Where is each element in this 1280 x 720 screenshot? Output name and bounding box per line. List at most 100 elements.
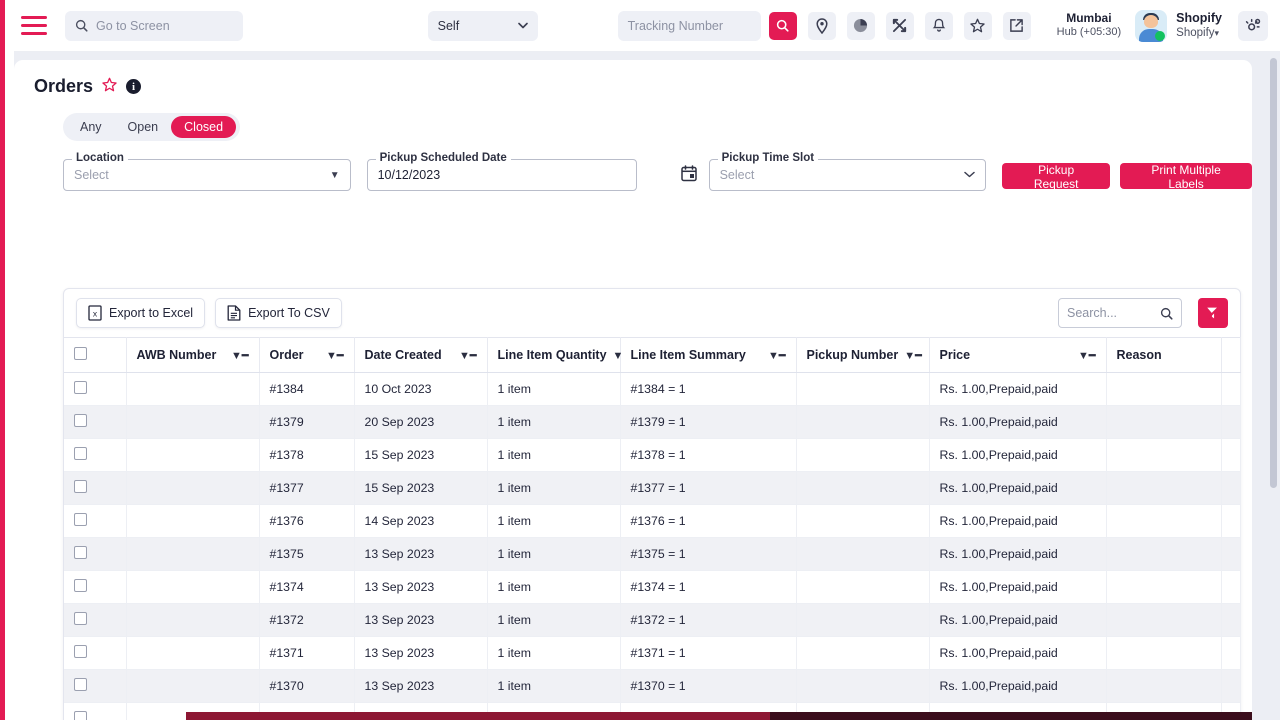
cell-summary: #1375 = 1 [620, 537, 797, 571]
cell-pickup [796, 603, 930, 637]
filter-icon-awb[interactable]: ▼━ [231, 349, 249, 362]
tracking-number-input[interactable]: Tracking Number [617, 10, 761, 41]
vertical-scrollbar-thumb[interactable] [1270, 58, 1277, 488]
filter-icon-pickup-number[interactable]: ▼━ [904, 349, 922, 362]
cell-date: 13 Sep 2023 [354, 669, 488, 703]
pickup-request-button[interactable]: Pickup Request [1002, 163, 1111, 191]
row-checkbox[interactable] [74, 546, 87, 559]
cell-date: 15 Sep 2023 [354, 471, 488, 505]
column-label-awb: AWB Number [136, 348, 217, 362]
column-header-awb[interactable]: AWB Number ▼━ [126, 337, 260, 373]
row-checkbox[interactable] [74, 579, 87, 592]
search-input[interactable]: Search... [1058, 298, 1182, 328]
clear-filters-button[interactable] [1198, 298, 1228, 328]
filter-icon-price[interactable]: ▼━ [1078, 349, 1096, 362]
table-row[interactable]: #1378 15 Sep 2023 1 item #1378 = 1 Rs. 1.00,… [64, 438, 1241, 472]
cell-pickup [796, 669, 930, 703]
tab-open[interactable]: Open [115, 116, 172, 138]
cell-order: #1375 [259, 537, 355, 571]
column-header-order[interactable]: Order ▼━ [259, 337, 355, 373]
table-row[interactable]: #1379 20 Sep 2023 1 item #1379 = 1 Rs. 1.00,… [64, 405, 1241, 439]
cell-qty: 1 item [487, 603, 621, 637]
cell-date: 20 Sep 2023 [354, 405, 488, 439]
row-checkbox[interactable] [74, 480, 87, 493]
column-header-line-item-quantity[interactable]: Line Item Quantity ▼━ [487, 337, 630, 373]
table-row[interactable]: #1370 13 Sep 2023 1 item #1370 = 1 Rs. 1.00,… [64, 669, 1241, 703]
column-header-pickup-number[interactable]: Pickup Number ▼━ [796, 337, 930, 373]
favorites-button[interactable] [963, 11, 992, 40]
column-header-date-created[interactable]: Date Created ▼━ [354, 337, 488, 373]
cell-pickup [796, 405, 930, 439]
row-checkbox[interactable] [74, 645, 87, 658]
hub-timezone: Hub (+05:30) [1056, 26, 1122, 39]
user-name: Shopify [1176, 10, 1222, 25]
orders-table: AWB Number ▼━ Order ▼━ Date Created ▼━ L… [64, 337, 1241, 720]
table-row[interactable]: #1371 13 Sep 2023 1 item #1371 = 1 Rs. 1.00,… [64, 636, 1241, 670]
cell-summary: #1372 = 1 [620, 603, 797, 637]
column-header-line-item-summary[interactable]: Line Item Summary ▼━ [620, 337, 797, 373]
open-external-button[interactable] [1002, 11, 1031, 40]
column-header-price[interactable]: Price ▼━ [929, 337, 1107, 373]
pickup-date-input[interactable]: Pickup Scheduled Date 10/12/2023 [366, 152, 637, 191]
tab-closed[interactable]: Closed [171, 116, 237, 138]
cell-date: 14 Sep 2023 [354, 504, 488, 538]
hub-location[interactable]: Mumbai Hub (+05:30) [1057, 11, 1122, 40]
export-to-excel-button[interactable]: x Export to Excel [76, 298, 206, 328]
row-checkbox[interactable] [74, 612, 87, 625]
search-icon [776, 19, 789, 32]
cell-awb [126, 669, 260, 703]
row-checkbox[interactable] [74, 381, 87, 394]
tab-any[interactable]: Any [67, 116, 115, 138]
table-row[interactable]: #1372 13 Sep 2023 1 item #1372 = 1 Rs. 1.00,… [64, 603, 1241, 637]
table-row[interactable]: #1377 15 Sep 2023 1 item #1377 = 1 Rs. 1.00,… [64, 471, 1241, 505]
row-checkbox[interactable] [74, 414, 87, 427]
select-all-checkbox[interactable] [74, 347, 87, 360]
vertical-scrollbar[interactable] [1269, 56, 1278, 718]
column-header-spacer [1221, 337, 1241, 373]
column-header-reason[interactable]: Reason [1106, 337, 1222, 373]
user-account: Shopify▾ [1176, 27, 1220, 40]
goto-screen-search[interactable]: Go to Screen [65, 10, 243, 41]
svg-text:x: x [93, 309, 98, 319]
location-pin-button[interactable] [807, 11, 836, 40]
filter-icon-date-created[interactable]: ▼━ [459, 349, 477, 362]
hamburger-menu-icon[interactable] [17, 11, 51, 41]
cell-date: 13 Sep 2023 [354, 603, 488, 637]
table-row[interactable]: #1374 13 Sep 2023 1 item #1374 = 1 Rs. 1.00,… [64, 570, 1241, 604]
cell-order: #1377 [259, 471, 355, 505]
settings-button[interactable] [1238, 10, 1268, 41]
notifications-button[interactable] [924, 11, 953, 40]
table-row[interactable]: #1376 14 Sep 2023 1 item #1376 = 1 Rs. 1.00,… [64, 504, 1241, 538]
row-select-cell [64, 405, 127, 439]
row-select-cell [64, 603, 127, 637]
user-menu[interactable]: Shopify Shopify▾ [1176, 10, 1222, 41]
avatar[interactable] [1135, 9, 1168, 42]
expand-button[interactable] [885, 11, 914, 40]
row-checkbox[interactable] [74, 513, 87, 526]
calendar-icon[interactable] [680, 165, 697, 186]
row-checkbox[interactable] [74, 447, 87, 460]
info-icon[interactable]: i [126, 79, 142, 94]
cell-qty: 1 item [487, 636, 621, 670]
filter-icon-order[interactable]: ▼━ [326, 349, 344, 362]
row-checkbox[interactable] [74, 711, 87, 720]
table-row[interactable]: #1384 10 Oct 2023 1 item #1384 = 1 Rs. 1.00,… [64, 372, 1241, 406]
select-all-header [64, 337, 127, 373]
export-to-csv-button[interactable]: Export To CSV [215, 298, 342, 328]
print-multiple-labels-button[interactable]: Print Multiple Labels [1120, 163, 1252, 191]
favorite-page-star-icon[interactable] [102, 77, 117, 97]
cell-pickup [796, 636, 930, 670]
pickup-time-slot-select[interactable]: Pickup Time Slot Select [708, 152, 987, 191]
tracking-search-button[interactable] [768, 11, 797, 40]
scope-select[interactable]: Self [427, 10, 538, 41]
location-select[interactable]: Location Select ▼ [63, 152, 351, 191]
cell-qty: 1 item [487, 504, 621, 538]
table-row[interactable]: #1375 13 Sep 2023 1 item #1375 = 1 Rs. 1.00,… [64, 537, 1241, 571]
analytics-button[interactable] [846, 11, 875, 40]
filter-icon-line-item-summary[interactable]: ▼━ [768, 349, 786, 362]
cell-price: Rs. 1.00,Prepaid,paid [929, 537, 1107, 571]
horizontal-scrollbar-thumb[interactable] [186, 712, 770, 720]
horizontal-scrollbar[interactable] [186, 712, 1252, 720]
csv-file-icon [227, 305, 241, 321]
row-checkbox[interactable] [74, 678, 87, 691]
